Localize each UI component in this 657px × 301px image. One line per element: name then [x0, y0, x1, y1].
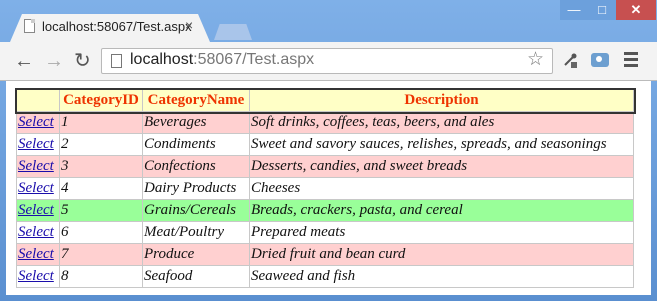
- back-button[interactable]: ←: [14, 49, 34, 73]
- select-link[interactable]: Select: [18, 180, 54, 196]
- new-tab-button[interactable]: [214, 24, 252, 40]
- table-row: Select 4 Dairy Products Cheeses: [16, 177, 634, 200]
- table-row: Select 2 Condiments Sweet and savory sauces…: [16, 133, 634, 156]
- minimize-button[interactable]: —: [560, 0, 588, 20]
- category-id-cell: 5: [59, 199, 143, 222]
- category-id-cell: 6: [59, 221, 143, 244]
- url-host: localhost: [130, 51, 194, 68]
- table-row: Select 5 Grains/Cereals Breads, crackers, p…: [16, 199, 634, 222]
- select-link[interactable]: Select: [18, 246, 54, 262]
- category-id-cell: 8: [59, 265, 143, 288]
- table-row: Select 6 Meat/Poultry Prepared meats: [16, 221, 634, 244]
- category-id-cell: 1: [59, 111, 143, 134]
- select-cell: Select: [16, 133, 60, 156]
- select-link[interactable]: Select: [18, 158, 54, 174]
- browser-window: — □ ✕ localhost:58067/Test.aspx × ← → ↻ …: [0, 0, 657, 301]
- category-name-cell: Beverages: [142, 111, 250, 134]
- reload-button[interactable]: ↻: [74, 49, 91, 73]
- category-name-cell: Confections: [142, 155, 250, 178]
- select-link[interactable]: Select: [18, 268, 54, 284]
- description-cell: Seaweed and fish: [249, 265, 634, 288]
- description-cell: Desserts, candies, and sweet breads: [249, 155, 634, 178]
- category-id-cell: 7: [59, 243, 143, 266]
- bookmark-star-icon[interactable]: ☆: [527, 48, 544, 71]
- category-id-cell: 3: [59, 155, 143, 178]
- category-name-cell: Produce: [142, 243, 250, 266]
- menu-icon[interactable]: [624, 52, 638, 70]
- page-content: CategoryID CategoryName Description Sele…: [6, 81, 651, 295]
- description-cell: Dried fruit and bean curd: [249, 243, 634, 266]
- table-row: Select 7 Produce Dried fruit and bean curd: [16, 243, 634, 266]
- camera-extension-icon[interactable]: [591, 53, 609, 67]
- url-path: :58067/Test.aspx: [193, 51, 315, 68]
- table-row: Select 8 Seafood Seaweed and fish: [16, 265, 634, 288]
- header-category-id: CategoryID: [59, 89, 143, 112]
- description-cell: Sweet and savory sauces, relishes, sprea…: [249, 133, 634, 156]
- select-link[interactable]: Select: [18, 114, 54, 130]
- select-link[interactable]: Select: [18, 202, 54, 218]
- grid-body: Select 1 Beverages Soft drinks, coffees, te…: [16, 111, 634, 288]
- close-window-button[interactable]: ✕: [616, 0, 656, 20]
- category-name-cell: Condiments: [142, 133, 250, 156]
- select-cell: Select: [16, 243, 60, 266]
- category-name-cell: Meat/Poultry: [142, 221, 250, 244]
- forward-button[interactable]: →: [44, 49, 64, 73]
- select-link[interactable]: Select: [18, 136, 54, 152]
- select-cell: Select: [16, 155, 60, 178]
- header-category-name: CategoryName: [142, 89, 250, 112]
- select-cell: Select: [16, 265, 60, 288]
- page-favicon-icon: [24, 19, 35, 33]
- tab-close-icon[interactable]: ×: [185, 17, 193, 33]
- description-cell: Prepared meats: [249, 221, 634, 244]
- header-select: [16, 89, 60, 112]
- categories-grid: CategoryID CategoryName Description Sele…: [14, 87, 636, 288]
- page-icon: [111, 54, 122, 68]
- select-cell: Select: [16, 177, 60, 200]
- table-row: Select 3 Confections Desserts, candies, and…: [16, 155, 634, 178]
- description-cell: Breads, crackers, pasta, and cereal: [249, 199, 634, 222]
- select-link[interactable]: Select: [18, 224, 54, 240]
- eyedropper-extension-icon[interactable]: [562, 52, 578, 68]
- select-cell: Select: [16, 111, 60, 134]
- select-cell: Select: [16, 221, 60, 244]
- category-name-cell: Grains/Cereals: [142, 199, 250, 222]
- header-row: CategoryID CategoryName Description: [14, 87, 636, 114]
- category-id-cell: 4: [59, 177, 143, 200]
- category-name-cell: Seafood: [142, 265, 250, 288]
- description-cell: Cheeses: [249, 177, 634, 200]
- table-row: Select 1 Beverages Soft drinks, coffees, te…: [16, 111, 634, 134]
- category-name-cell: Dairy Products: [142, 177, 250, 200]
- maximize-button[interactable]: □: [588, 0, 616, 20]
- select-cell: Select: [16, 199, 60, 222]
- category-id-cell: 2: [59, 133, 143, 156]
- url-text[interactable]: localhost:58067/Test.aspx: [130, 51, 314, 69]
- description-cell: Soft drinks, coffees, teas, beers, and a…: [249, 111, 634, 134]
- tab-title: localhost:58067/Test.aspx: [42, 19, 192, 34]
- header-description: Description: [249, 89, 634, 112]
